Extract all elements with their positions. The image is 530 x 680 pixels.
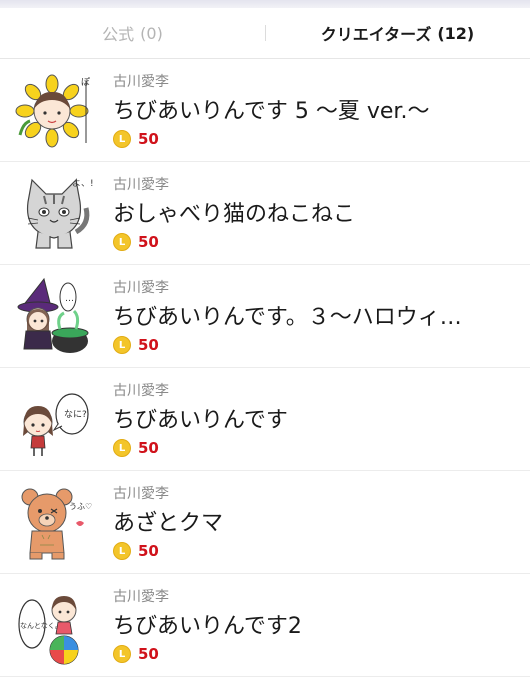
- price-row: L 50: [113, 542, 159, 560]
- sticker-title: ちびあいりんです: [113, 408, 288, 433]
- creator-name: 古川愛李: [113, 74, 169, 90]
- tab-creators[interactable]: クリエイターズ (12): [265, 8, 530, 58]
- sticker-list-item[interactable]: ぽ 古川愛李 ちびあいりんです 5 〜夏 ver.〜 L 50: [0, 59, 530, 162]
- sticker-title: ちびあいりんです2: [113, 614, 302, 639]
- sticker-list: ぽ 古川愛李 ちびあいりんです 5 〜夏 ver.〜 L 50 よ、! 古川愛李…: [0, 59, 530, 677]
- creator-name: 古川愛李: [113, 177, 169, 193]
- coin-icon: L: [113, 542, 131, 560]
- girl-speech-icon: なに?: [14, 380, 94, 460]
- sticker-tabs: 公式 (0) クリエイターズ (12): [0, 8, 530, 59]
- sticker-text: うふ♡: [69, 502, 92, 511]
- price-row: L 50: [113, 439, 159, 457]
- tabby-cat-icon: よ、!: [14, 174, 94, 254]
- price-value: 50: [138, 130, 159, 148]
- sticker-text: なんとなく。: [20, 622, 62, 630]
- sticker-list-item[interactable]: … 古川愛李 ちびあいりんです。３〜ハロウィ… L 50: [0, 265, 530, 368]
- tab-official-label: 公式: [102, 25, 135, 44]
- creator-name: 古川愛李: [113, 486, 169, 502]
- sticker-title: ちびあいりんです 5 〜夏 ver.〜: [113, 99, 430, 124]
- top-status-strip: [0, 0, 530, 8]
- price-row: L 50: [113, 130, 159, 148]
- sticker-text: よ、!: [72, 178, 94, 189]
- sticker-list-item[interactable]: うふ♡ 古川愛李 あざとクマ L 50: [0, 471, 530, 574]
- price-row: L 50: [113, 645, 159, 663]
- sticker-list-item[interactable]: なんとなく。 古川愛李 ちびあいりんです2 L 50: [0, 574, 530, 677]
- sticker-text: …: [65, 294, 74, 304]
- sticker-text: ぽ: [81, 77, 90, 88]
- tab-official[interactable]: 公式 (0): [0, 8, 265, 58]
- price-value: 50: [138, 233, 159, 251]
- coin-icon: L: [113, 645, 131, 663]
- girl-ball-icon: なんとなく。: [14, 586, 94, 666]
- tab-divider: [265, 25, 266, 41]
- tab-creators-label: クリエイターズ: [320, 25, 432, 44]
- coin-icon: L: [113, 439, 131, 457]
- price-value: 50: [138, 542, 159, 560]
- witch-girl-icon: …: [14, 277, 94, 357]
- sunflower-girl-icon: ぽ: [14, 71, 94, 151]
- creator-name: 古川愛李: [113, 383, 169, 399]
- coin-icon: L: [113, 130, 131, 148]
- price-value: 50: [138, 336, 159, 354]
- sticker-list-item[interactable]: よ、! 古川愛李 おしゃべり猫のねこねこ L 50: [0, 162, 530, 265]
- creator-name: 古川愛李: [113, 589, 169, 605]
- sticker-list-item[interactable]: なに? 古川愛李 ちびあいりんです L 50: [0, 368, 530, 471]
- coin-icon: L: [113, 336, 131, 354]
- price-value: 50: [138, 439, 159, 457]
- sticker-title: あざとクマ: [113, 511, 224, 536]
- price-value: 50: [138, 645, 159, 663]
- tab-creators-count: (12): [437, 23, 475, 43]
- price-row: L 50: [113, 336, 159, 354]
- teddy-bear-icon: うふ♡: [14, 483, 94, 563]
- sticker-title: ちびあいりんです。３〜ハロウィ…: [113, 305, 462, 330]
- creator-name: 古川愛李: [113, 280, 169, 296]
- price-row: L 50: [113, 233, 159, 251]
- tab-official-count: (0): [140, 23, 163, 43]
- sticker-text: なに?: [64, 409, 87, 420]
- coin-icon: L: [113, 233, 131, 251]
- sticker-title: おしゃべり猫のねこねこ: [113, 202, 356, 227]
